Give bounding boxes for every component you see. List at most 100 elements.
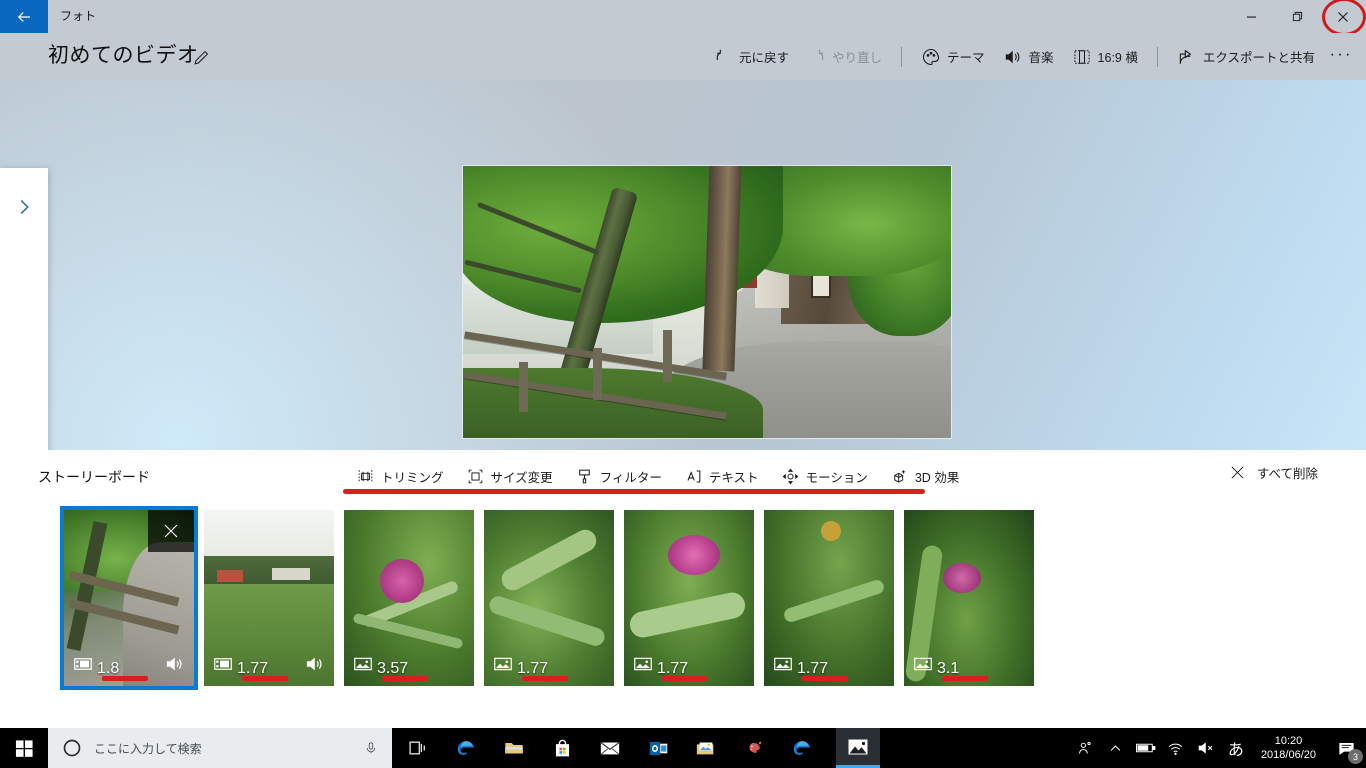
network-button[interactable] <box>1161 728 1191 768</box>
show-hidden-icons-button[interactable] <box>1101 728 1131 768</box>
edge-icon <box>793 741 811 755</box>
volume-muted-icon <box>1198 742 1213 754</box>
rename-project-button[interactable] <box>188 44 214 70</box>
wifi-icon <box>1169 743 1183 755</box>
library-panel-expand-button[interactable] <box>0 168 48 498</box>
text-icon <box>687 469 701 483</box>
edge-icon <box>457 741 475 755</box>
toolbar-export-share-button[interactable]: エクスポートと共有 <box>1168 41 1324 73</box>
folder-icon <box>505 742 523 754</box>
back-arrow-icon <box>17 11 30 22</box>
photo-clip-icon <box>634 657 652 671</box>
minimize-button[interactable] <box>1228 0 1274 33</box>
search-input[interactable]: ここに入力して検索 <box>48 728 392 768</box>
storyboard-trim-button[interactable]: トリミング <box>345 460 455 492</box>
taskbar-microsoft-store[interactable] <box>540 728 584 768</box>
toolbar-export-share-label: エクスポートと共有 <box>1202 51 1315 65</box>
close-button[interactable] <box>1320 0 1366 33</box>
storyboard-motion-label: モーション <box>805 470 868 485</box>
share-icon <box>1179 49 1192 64</box>
storyboard-clip[interactable]: 1.77 <box>624 510 754 686</box>
microphone-icon[interactable] <box>364 739 378 757</box>
taskbar-edge-2[interactable] <box>780 728 824 768</box>
maximize-button[interactable] <box>1274 0 1320 33</box>
storyboard-clip[interactable]: 1.77 <box>204 510 334 686</box>
toolbar-theme-button[interactable]: テーマ <box>912 41 994 73</box>
photo-clip-icon <box>774 657 792 671</box>
toolbar-separator-2 <box>1156 46 1158 67</box>
more-options-button[interactable]: ··· <box>1324 41 1358 73</box>
clear-all-button[interactable]: すべて削除 <box>1229 463 1318 482</box>
storyboard-clip[interactable]: 3.1 <box>904 510 1034 686</box>
filter-icon <box>578 469 590 483</box>
back-button[interactable] <box>0 0 48 33</box>
storyboard-clip[interactable]: 1.8 <box>60 506 198 690</box>
storyboard-clip[interactable]: 1.77 <box>764 510 894 686</box>
ime-mode-button[interactable]: あ <box>1221 728 1251 768</box>
restore-icon <box>1292 11 1302 22</box>
close-icon <box>1231 466 1244 479</box>
storyboard-resize-label: サイズ変更 <box>490 470 553 485</box>
audio-on-icon[interactable] <box>304 654 326 674</box>
taskbar-file-explorer[interactable] <box>492 728 536 768</box>
clip-annotation-underline <box>662 676 708 681</box>
storyboard-resize-button[interactable]: サイズ変更 <box>455 460 564 492</box>
taskbar-paint-3d[interactable] <box>732 728 776 768</box>
taskbar-outlook[interactable] <box>636 728 680 768</box>
storyboard-filter-label: フィルター <box>599 470 662 485</box>
notification-center-button[interactable]: 3 <box>1326 728 1366 768</box>
battery-button[interactable] <box>1131 728 1161 768</box>
toolbar-undo-button[interactable]: 元に戻す <box>705 41 798 73</box>
minimize-icon <box>1246 16 1256 18</box>
clock[interactable]: 10:20 2018/06/20 <box>1251 728 1326 768</box>
photo-clip-icon <box>354 657 372 671</box>
taskbar-photos[interactable] <box>836 728 880 768</box>
photo-gallery-icon <box>696 742 714 755</box>
cortana-circle-icon <box>63 739 81 757</box>
toolbar-aspect-ratio-label: 16:9 横 <box>1097 51 1138 65</box>
photo-clip-icon <box>914 657 932 671</box>
battery-icon <box>1136 743 1156 753</box>
storyboard-clip[interactable]: 3.57 <box>344 510 474 686</box>
storyboard-filter-button[interactable]: フィルター <box>564 460 673 492</box>
close-icon <box>164 524 178 538</box>
store-bag-icon <box>555 739 569 756</box>
envelope-icon <box>600 742 620 755</box>
storyboard-text-label: テキスト <box>708 470 759 485</box>
clip-annotation-underline <box>522 676 568 681</box>
remove-clip-button[interactable] <box>148 510 194 552</box>
taskbar-task-view[interactable] <box>396 728 440 768</box>
storyboard-3d-effects-button[interactable]: 3D 効果 <box>879 460 970 492</box>
3d-effects-icon <box>894 469 906 483</box>
audio-on-icon[interactable] <box>164 654 186 674</box>
taskbar-edge[interactable] <box>444 728 488 768</box>
page-title: 初めてのビデオ <box>48 44 199 67</box>
storyboard-text-button[interactable]: テキスト <box>673 460 770 492</box>
photo-clip-icon <box>494 657 512 671</box>
storyboard-title: ストーリーボード <box>38 469 150 485</box>
pencil-icon <box>193 50 208 65</box>
video-preview[interactable] <box>463 166 951 438</box>
taskbar-mail[interactable] <box>588 728 632 768</box>
people-icon <box>1079 741 1092 753</box>
resize-icon <box>468 469 482 483</box>
trim-icon <box>358 469 373 483</box>
volume-button[interactable] <box>1191 728 1221 768</box>
start-button[interactable] <box>0 728 48 768</box>
storyboard-toolbar-annotation-underline <box>343 489 925 494</box>
toolbar-redo-button[interactable]: やり直し <box>798 41 891 73</box>
aspect-ratio-icon <box>1073 49 1090 64</box>
preview-scene-fence-post-2 <box>593 348 602 400</box>
preview-scene-fence-post-1 <box>519 362 528 412</box>
toolbar-music-button[interactable]: 音楽 <box>994 41 1063 73</box>
storyboard-clip[interactable]: 1.77 <box>484 510 614 686</box>
app-name-label: フォト <box>60 9 97 23</box>
people-button[interactable] <box>1071 728 1101 768</box>
toolbar-aspect-ratio-button[interactable]: 16:9 横 <box>1063 41 1147 73</box>
storyboard-motion-button[interactable]: モーション <box>770 460 879 492</box>
storyboard-panel: ストーリーボード トリミング サイズ変更 フィルター テキスト モーション 3D… <box>0 450 1366 728</box>
speaker-icon <box>1005 50 1019 63</box>
photos-mountain-icon <box>848 739 868 754</box>
taskbar-photo-gallery[interactable] <box>684 728 728 768</box>
video-clip-icon <box>214 658 232 670</box>
